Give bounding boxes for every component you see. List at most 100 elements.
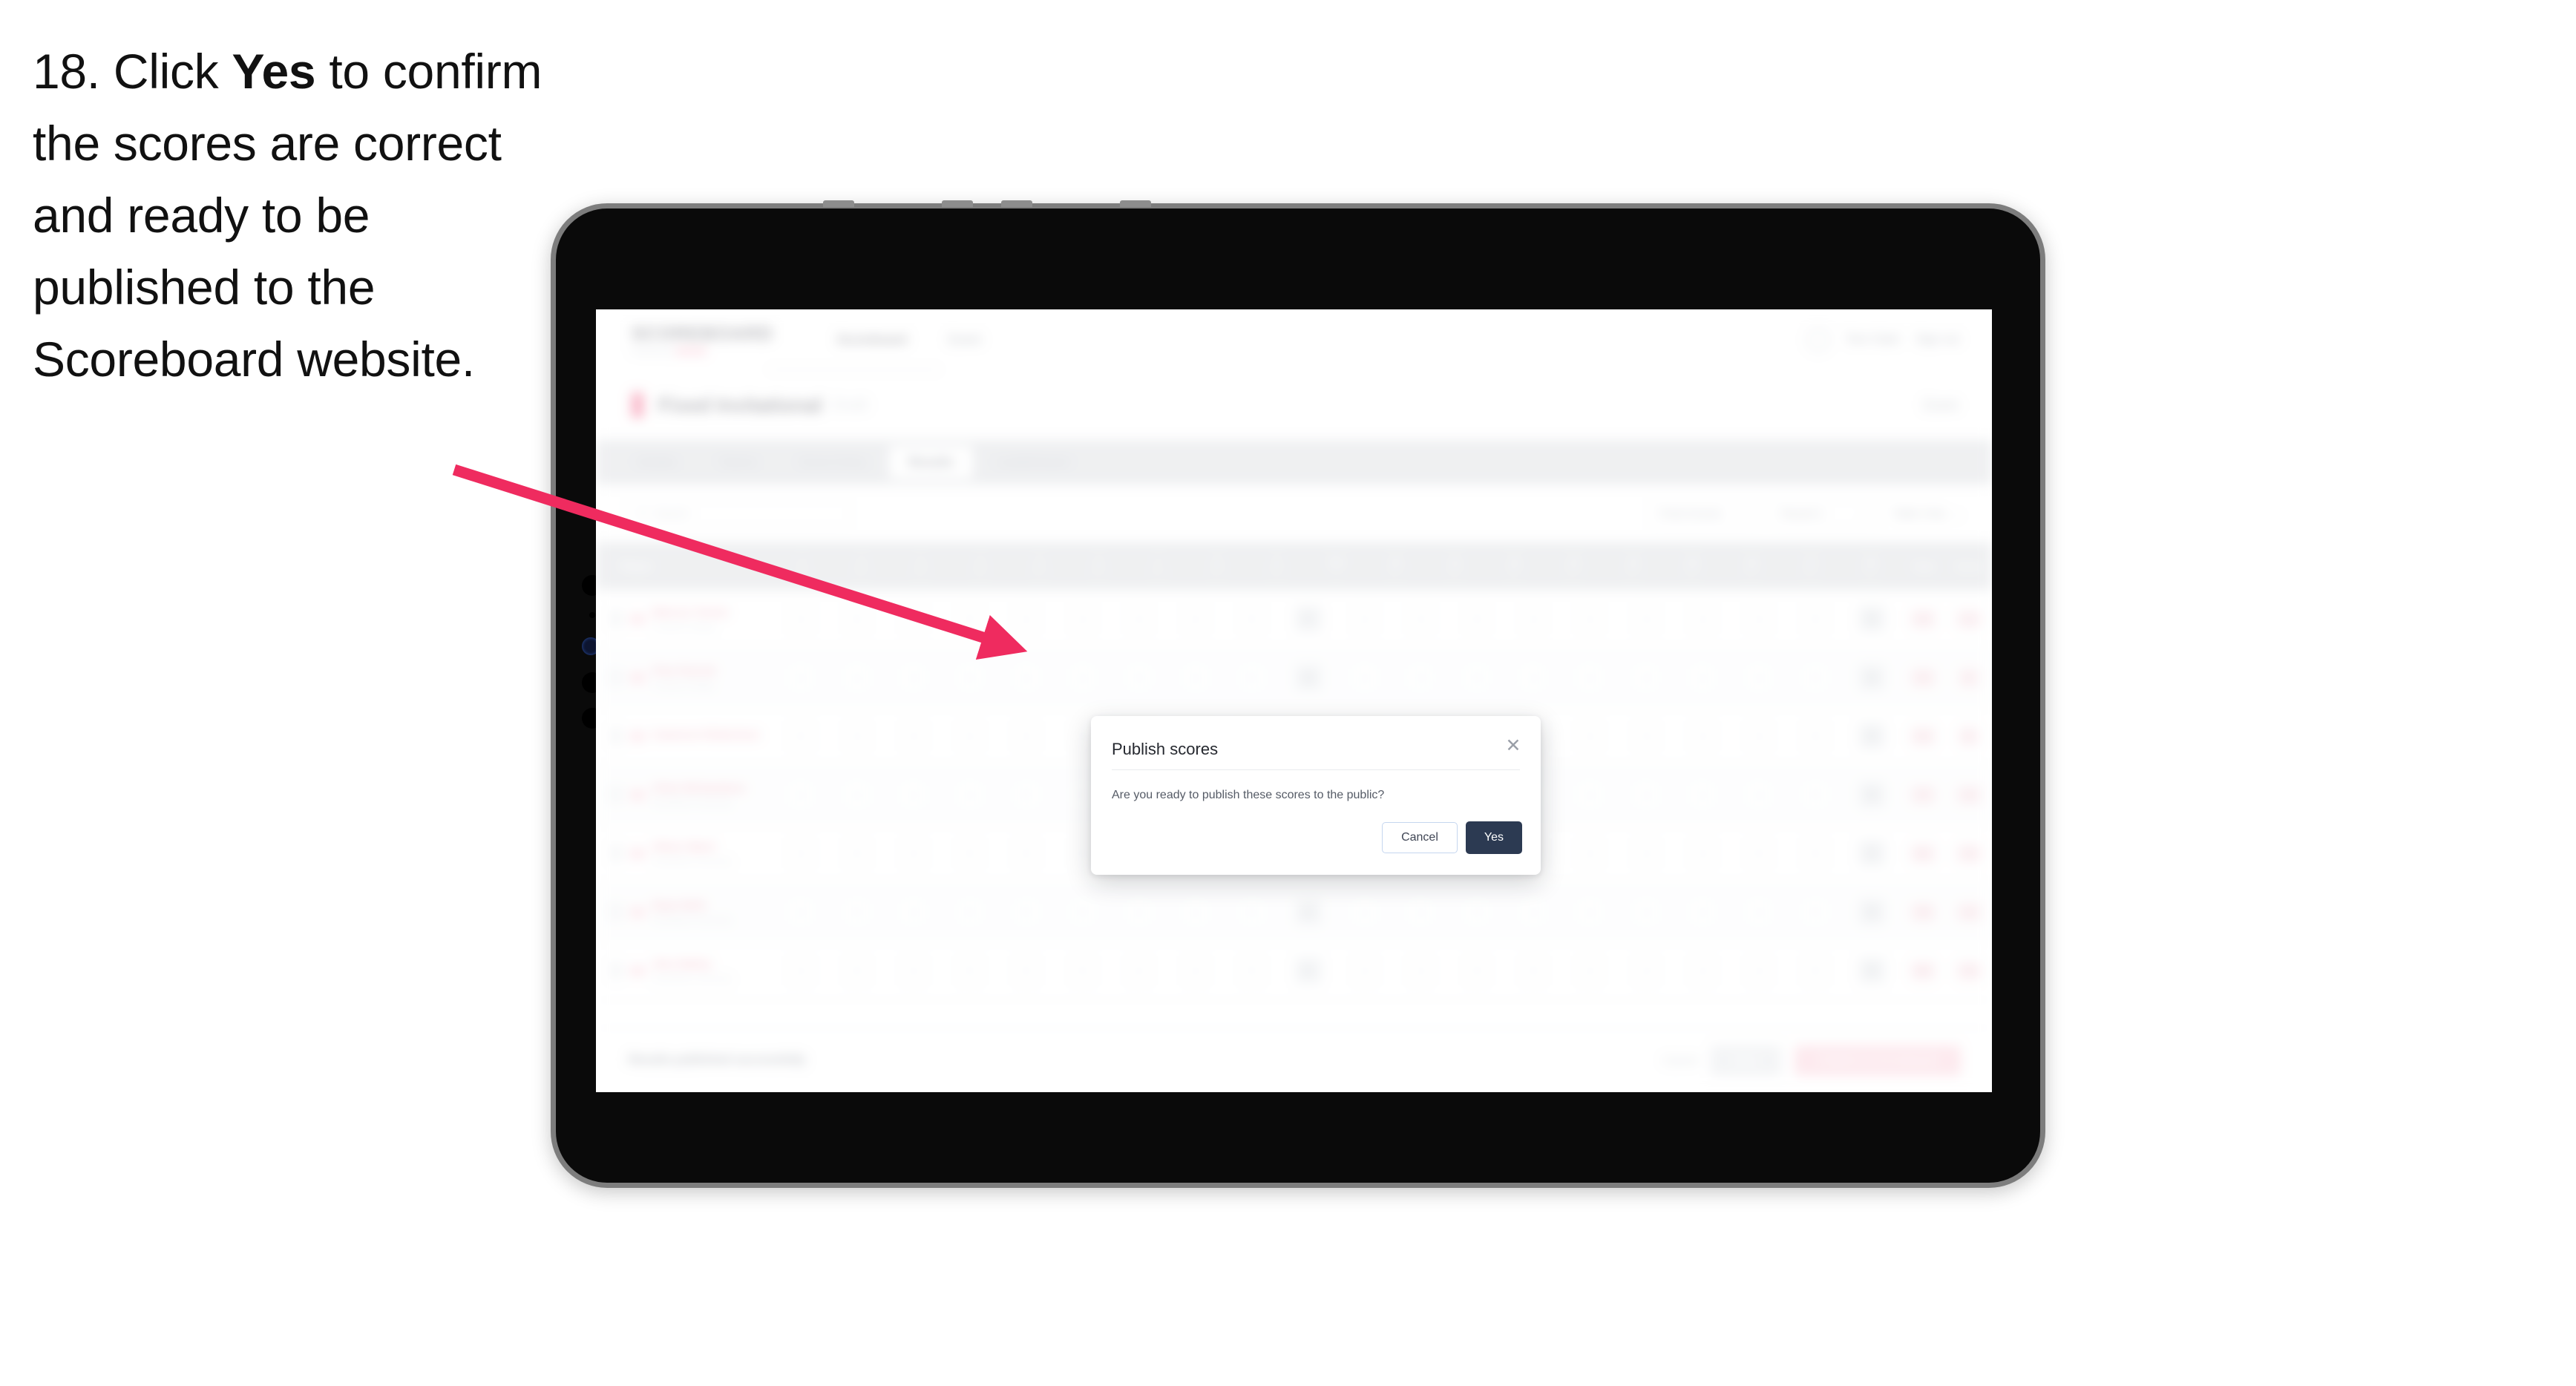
app-logo[interactable]: SCOREBOARD Powered by BRAND: [632, 323, 773, 356]
tab-details[interactable]: Details: [618, 446, 695, 479]
cell-score: 4: [1618, 942, 1674, 999]
drag-handle-icon[interactable]: [609, 727, 623, 745]
column-header-hole: 5 Par 4: [1010, 542, 1069, 590]
drag-handle-icon[interactable]: [609, 786, 623, 804]
cancel-button[interactable]: Cancel: [1382, 822, 1458, 853]
nav-item-event[interactable]: Event: [948, 332, 980, 347]
score-chip: 4: [1633, 840, 1660, 867]
score-chip: 4: [787, 605, 814, 632]
score-chip: 4: [1012, 664, 1040, 691]
table-row[interactable]: Alex Bailey Northfield University 4 5 4 5 5 5 4 4…: [596, 942, 1992, 1000]
column-header-score: Score: [1956, 560, 1983, 572]
filter-table-only[interactable]: Table Only ⌄: [1893, 507, 1962, 521]
hole-number: 10: [1390, 555, 1401, 567]
cell-score: 3: [885, 883, 942, 941]
filter-final-scores[interactable]: Final Scores ⌄: [1649, 499, 1760, 528]
hole-par: Par 4: [1089, 568, 1108, 577]
nav-item-scoreboard[interactable]: Scoreboard: [837, 332, 907, 347]
filter-round[interactable]: Round 1 ⌄: [1771, 499, 1881, 528]
search-input[interactable]: ⚲ Search: [627, 499, 850, 528]
cell-score: 4: [1111, 883, 1167, 941]
cell-score: 3: [885, 648, 942, 706]
score-chip: 4: [1069, 605, 1096, 632]
footer-cancel-link[interactable]: Cancel: [1662, 1054, 1697, 1067]
cell-score: 4: [1337, 648, 1393, 706]
score-chip: 5: [1802, 723, 1829, 749]
table-row[interactable]: Ryan Britt Northfield University 4 5 3 5 5 5 4 4 5…: [596, 883, 1992, 942]
score-chip: 40: [1294, 899, 1322, 925]
avatar[interactable]: [1807, 329, 1830, 351]
publish-scores-dialog: Publish scores ✕ Are you ready to publis…: [1091, 716, 1541, 875]
cell-score: 4: [1167, 883, 1224, 941]
table-row[interactable]: Finn Parrott Coastal College 4 4 3 5 4 4 3 4 5 36 4 3…: [596, 648, 1992, 707]
hole-par: Par 3: [1446, 568, 1464, 577]
cell-total: 80: [1900, 942, 1946, 999]
app-footer: Results published successfully Cancel Sa…: [596, 1028, 1992, 1092]
score-chip: 4: [956, 723, 983, 749]
close-icon[interactable]: ✕: [1502, 734, 1524, 756]
score-chip: 4: [1351, 957, 1378, 984]
cell-score: 5: [1055, 942, 1111, 999]
tab-score-entry[interactable]: Score Entry: [780, 446, 885, 479]
score-pill: 72: [1910, 668, 1936, 687]
cell-score: 5: [1787, 766, 1843, 824]
column-header-hole: 6 Par 4: [1069, 542, 1129, 590]
score-chip: 4: [1182, 957, 1209, 984]
score-chip: 4: [1351, 664, 1378, 691]
cell-score: 4: [1674, 942, 1731, 999]
table-row[interactable]: Marcus Turner Coastal College 4 5 3 5 4 4 3 4 5 37 4…: [596, 590, 1992, 648]
hole-number: 18: [1864, 555, 1876, 567]
hole-number: 1: [799, 555, 805, 567]
cell-total: +6: [1946, 883, 1992, 941]
player-name: Finn Parrott: [652, 664, 715, 677]
tablet-speaker-nub: [823, 200, 854, 207]
yes-button[interactable]: Yes: [1465, 821, 1522, 854]
instruction-step-number: 18.: [33, 44, 100, 99]
cell-score: 5: [998, 942, 1055, 999]
drag-handle-icon[interactable]: [609, 962, 623, 979]
drag-handle-icon[interactable]: [609, 903, 623, 921]
cell-total: +8: [1946, 942, 1992, 999]
flag-icon: [630, 614, 645, 624]
column-header-hole: 15 Par 3: [1662, 542, 1722, 590]
drag-handle-icon[interactable]: [609, 844, 623, 862]
score-chip: 5: [1238, 899, 1265, 925]
score-chip: 4: [1689, 957, 1717, 984]
cell-score: 4: [1618, 824, 1674, 882]
score-chip: 5: [956, 840, 983, 867]
cell-score: 4: [998, 707, 1055, 765]
user-name-label: Tom Clark: [1846, 333, 1900, 346]
drag-handle-icon[interactable]: [609, 669, 623, 686]
cell-score: 4: [885, 766, 942, 824]
footer-publish-button[interactable]: Publish to Scoreboard: [1794, 1045, 1961, 1076]
column-header-hole: 7 Par 3: [1129, 542, 1188, 590]
score-chip: 5: [1802, 664, 1829, 691]
tab-teams[interactable]: Teams: [700, 446, 776, 479]
event-right-label[interactable]: Event: [1924, 398, 1958, 413]
column-header-hole: 8 Par 4: [1188, 542, 1248, 590]
score-chip: 4: [843, 781, 871, 808]
column-header-hole: 11 Par 3: [1425, 542, 1484, 590]
tab-results[interactable]: Results: [888, 446, 974, 479]
dialog-body-text: Are you ready to publish these scores to…: [1112, 789, 1385, 801]
score-chip: 5: [1802, 899, 1829, 925]
tab-leaderboard[interactable]: Leaderboard: [977, 446, 1087, 479]
score-pill: E: [1958, 668, 1980, 687]
score-chip: 4: [899, 781, 927, 808]
score-chip: 5: [1802, 957, 1829, 984]
app-header: SCOREBOARD Powered by BRAND Scoreboard E…: [596, 309, 1992, 370]
cell-score: 4: [1337, 942, 1393, 999]
hole-par: 36: [1331, 568, 1341, 577]
player-team: Northfield University: [652, 973, 733, 984]
cell-score: 5: [1224, 883, 1280, 941]
drag-handle-icon[interactable]: [609, 610, 623, 628]
signout-link[interactable]: Sign out: [1915, 333, 1959, 346]
player-name: Oliver Ward: [652, 840, 715, 853]
column-header-hole: 12 Par 5: [1484, 542, 1544, 590]
dialog-actions: Cancel Yes: [1382, 821, 1522, 854]
cell-score: 4: [1731, 766, 1787, 824]
score-chip: 3: [1407, 664, 1435, 691]
footer-save-button[interactable]: Save: [1710, 1045, 1781, 1076]
cell-score: 40: [1280, 883, 1337, 941]
score-chip: 4: [1746, 781, 1773, 808]
